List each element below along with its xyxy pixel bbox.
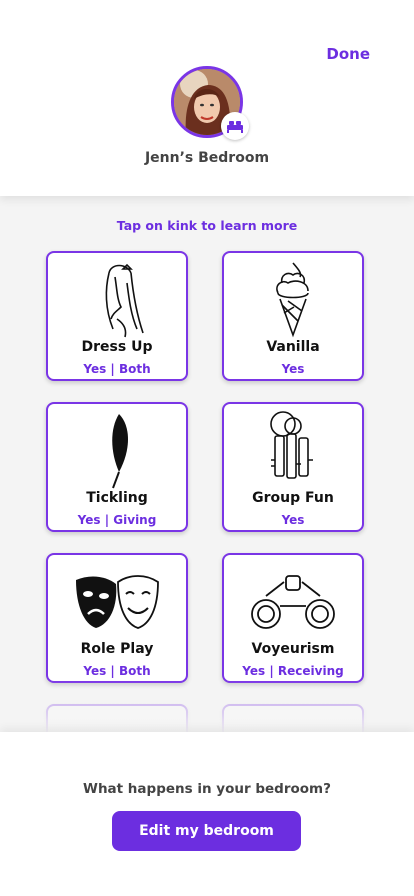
card-title: Voyeurism	[251, 641, 335, 657]
done-button[interactable]: Done	[326, 45, 370, 63]
keys-icon	[224, 410, 362, 490]
theater-masks-icon	[48, 561, 186, 641]
card-title: Dress Up	[81, 339, 153, 355]
edit-bedroom-button[interactable]: Edit my bedroom	[112, 811, 301, 851]
avatar[interactable]	[171, 66, 249, 140]
kink-card-role-play[interactable]: Role Play Yes | Both	[46, 553, 188, 683]
kink-card-group-fun[interactable]: Group Fun Yes	[222, 402, 364, 532]
binoculars-icon	[224, 561, 362, 641]
feather-icon	[48, 410, 186, 490]
card-title: Vanilla	[266, 339, 320, 355]
scroll-fade	[0, 680, 414, 732]
footer: What happens in your bedroom? Edit my be…	[0, 732, 414, 896]
card-status: Yes | Receiving	[242, 664, 344, 678]
card-status: Yes | Both	[83, 362, 151, 376]
card-title: Group Fun	[252, 490, 334, 506]
card-status: Yes | Giving	[77, 513, 157, 527]
kink-card-dress-up[interactable]: Dress Up Yes | Both	[46, 251, 188, 381]
card-title: Tickling	[86, 490, 148, 506]
card-status: Yes	[281, 513, 305, 527]
card-title: Role Play	[80, 641, 154, 657]
tap-hint: Tap on kink to learn more	[116, 218, 298, 233]
profile-header: Done Jenn’s Bedroom	[0, 0, 414, 196]
kink-card-vanilla[interactable]: Vanilla Yes	[222, 251, 364, 381]
card-status: Yes | Both	[83, 664, 151, 678]
bedroom-title: Jenn’s Bedroom	[144, 150, 270, 166]
ice-cream-cone-icon	[224, 259, 362, 339]
kink-card-tickling[interactable]: Tickling Yes | Giving	[46, 402, 188, 532]
woman-profile-icon	[48, 259, 186, 339]
bedroom-question: What happens in your bedroom?	[83, 781, 331, 797]
kink-card-voyeurism[interactable]: Voyeurism Yes | Receiving	[222, 553, 364, 683]
bed-icon	[221, 112, 249, 140]
card-status: Yes	[281, 362, 305, 376]
